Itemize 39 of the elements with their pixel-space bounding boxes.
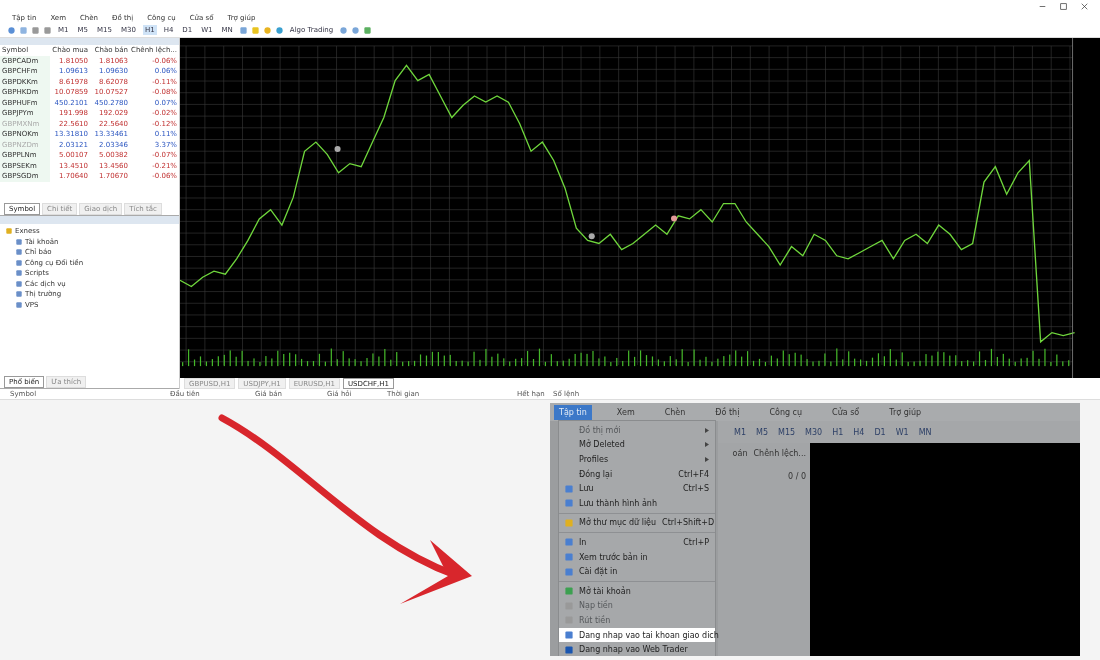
close-icon[interactable] [1081,2,1088,10]
marker-dot [671,215,678,222]
column-header: oán [732,449,748,458]
menu-item[interactable]: Tập tin [554,404,592,420]
timeframe-button[interactable]: M1 [734,427,746,437]
menu-item[interactable]: Công cụ [764,404,808,420]
timeframe-button[interactable]: M15 [778,427,796,437]
menu-item[interactable]: Mở thư mục dữ liệu Ctrl+Shift+D [559,515,715,531]
timeframe-button[interactable]: M5 [756,427,768,437]
spread-value: 0 / 0 [788,472,806,481]
menu-item[interactable]: Profiles [559,452,715,467]
submenu-arrow-icon [705,457,709,462]
menu-item[interactable]: Xem [611,404,640,420]
timeframe-button[interactable]: M30 [805,427,823,437]
menu-item[interactable]: Lưu Ctrl+S [559,481,715,496]
menu-item[interactable]: Dang nhap vao Web Trader [559,642,715,656]
menu-item[interactable]: Mở tài khoản [559,583,715,599]
menu-item[interactable]: Cài đặt in [559,564,715,579]
submenu-arrow-icon [705,442,709,448]
menu-item[interactable]: Cửa sổ [827,404,865,420]
timeframe-button[interactable]: H1 [832,427,844,437]
menu-item[interactable]: Trợ giúp [884,404,927,420]
column-header: Chênh lệch... [753,449,806,458]
marker-dot [334,146,341,152]
menu-item[interactable]: Xem trước bản in [559,549,715,565]
timeframe-button[interactable]: MN [918,427,932,437]
timeframe-button[interactable]: W1 [895,427,909,437]
menu-item[interactable]: Đóng lại Ctrl+F4 [559,466,715,482]
menu-item[interactable]: Chèn [659,404,691,420]
menu-item[interactable]: Đồ thị [710,404,745,420]
menu-item-icon [565,518,573,527]
maximize-icon[interactable] [1060,2,1067,10]
submenu-arrow-icon [705,427,709,433]
menu-item[interactable]: Mở Deleted [559,437,715,453]
menu-item[interactable]: In Ctrl+P [559,535,715,550]
timeframe-button[interactable]: H4 [853,427,865,437]
menu-item[interactable]: Lưu thành hình ảnh [559,495,715,511]
timeframe-button[interactable]: D1 [874,427,886,437]
marker-dot [588,233,595,240]
